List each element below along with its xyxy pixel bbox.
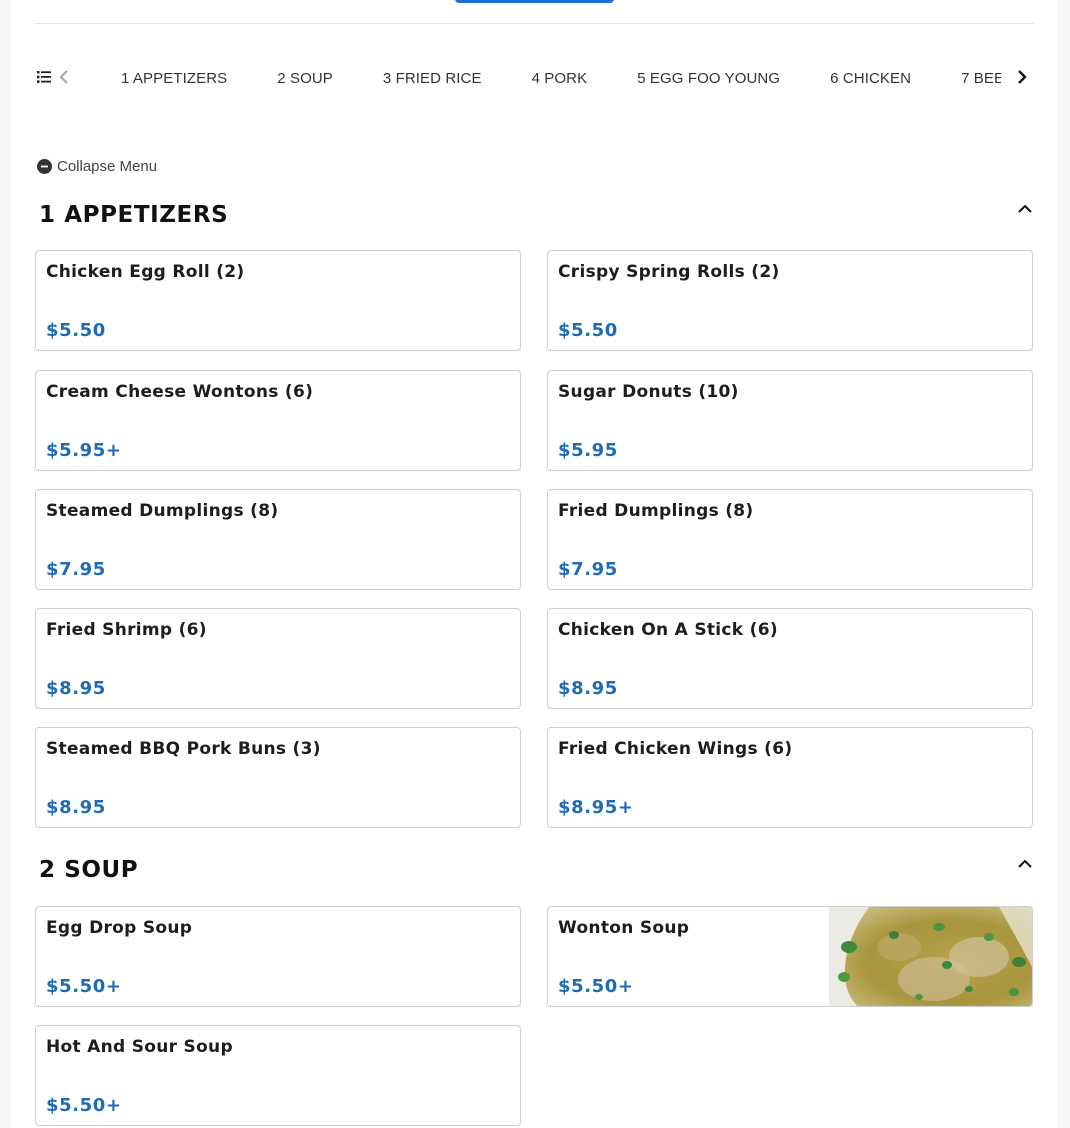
tab-fried-rice[interactable]: 3 FRIED RICE (383, 70, 482, 87)
section-title-appetizers: 1 APPETIZERS (39, 202, 229, 228)
chevron-left-icon[interactable] (57, 69, 71, 85)
menu-item-card[interactable]: Fried Shrimp (6) $8.95 (35, 608, 521, 709)
item-price: $5.50 (558, 320, 618, 341)
item-price: $8.95+ (558, 797, 634, 818)
chevron-right-icon[interactable] (1015, 69, 1029, 85)
item-price: $5.50 (46, 320, 106, 341)
collapse-menu-button[interactable]: Collapse Menu (37, 157, 157, 175)
item-name: Fried Chicken Wings (6) (558, 739, 793, 759)
minus-circle-icon (37, 158, 52, 174)
item-price: $5.50+ (558, 976, 634, 997)
category-nav: 1 APPETIZERS 2 SOUP 3 FRIED RICE 4 PORK … (35, 60, 1034, 96)
menu-item-card[interactable]: Egg Drop Soup $5.50+ (35, 906, 521, 1007)
item-name: Chicken Egg Roll (2) (46, 262, 245, 282)
item-price: $8.95 (46, 678, 106, 699)
item-name: Egg Drop Soup (46, 918, 193, 938)
top-primary-button[interactable] (455, 0, 614, 3)
menu-item-card[interactable]: Chicken On A Stick (6) $8.95 (547, 608, 1033, 709)
item-price: $5.95 (558, 440, 618, 461)
item-price: $5.50+ (46, 1095, 122, 1116)
tab-egg-foo-young[interactable]: 5 EGG FOO YOUNG (637, 70, 780, 87)
chevron-up-icon[interactable] (1017, 859, 1033, 869)
item-name: Chicken On A Stick (6) (558, 620, 778, 640)
menu-item-card[interactable]: Fried Chicken Wings (6) $8.95+ (547, 727, 1033, 828)
item-name: Cream Cheese Wontons (6) (46, 382, 314, 402)
menu-page: 1 APPETIZERS 2 SOUP 3 FRIED RICE 4 PORK … (11, 0, 1058, 1128)
menu-item-card[interactable]: Sugar Donuts (10) $5.95 (547, 370, 1033, 471)
item-name: Crispy Spring Rolls (2) (558, 262, 780, 282)
collapse-menu-label: Collapse Menu (57, 157, 158, 175)
item-price: $5.95+ (46, 440, 122, 461)
category-tabs: 1 APPETIZERS 2 SOUP 3 FRIED RICE 4 PORK … (121, 60, 1001, 96)
item-price: $7.95 (46, 559, 106, 580)
item-name: Fried Dumplings (8) (558, 501, 754, 521)
menu-item-card[interactable]: Steamed BBQ Pork Buns (3) $8.95 (35, 727, 521, 828)
menu-item-card[interactable]: Crispy Spring Rolls (2) $5.50 (547, 250, 1033, 351)
item-price: $8.95 (46, 797, 106, 818)
item-price: $5.50+ (46, 976, 122, 997)
item-name: Hot And Sour Soup (46, 1037, 233, 1057)
menu-item-card[interactable]: Fried Dumplings (8) $7.95 (547, 489, 1033, 590)
tab-appetizers[interactable]: 1 APPETIZERS (121, 70, 227, 87)
tab-chicken[interactable]: 6 CHICKEN (830, 70, 911, 87)
menu-item-card[interactable]: Cream Cheese Wontons (6) $5.95+ (35, 370, 521, 471)
menu-item-card[interactable]: Steamed Dumplings (8) $7.95 (35, 489, 521, 590)
menu-item-card[interactable]: Wonton Soup $5.50+ (547, 906, 1033, 1007)
menu-item-card[interactable]: Hot And Sour Soup $5.50+ (35, 1025, 521, 1126)
tab-soup[interactable]: 2 SOUP (277, 70, 333, 87)
item-name: Steamed Dumplings (8) (46, 501, 279, 521)
tab-beef[interactable]: 7 BEEF (961, 70, 1001, 87)
item-name: Steamed BBQ Pork Buns (3) (46, 739, 321, 759)
item-price: $7.95 (558, 559, 618, 580)
chevron-up-icon[interactable] (1017, 204, 1033, 214)
item-price: $8.95 (558, 678, 618, 699)
section-title-soup: 2 SOUP (39, 857, 139, 883)
item-name: Sugar Donuts (10) (558, 382, 739, 402)
item-name: Fried Shrimp (6) (46, 620, 207, 640)
divider (35, 23, 1034, 24)
item-name: Wonton Soup (558, 918, 690, 938)
wonton-soup-photo (829, 907, 1032, 1006)
list-icon[interactable] (37, 70, 51, 84)
tab-pork[interactable]: 4 PORK (532, 70, 588, 87)
menu-item-card[interactable]: Chicken Egg Roll (2) $5.50 (35, 250, 521, 351)
